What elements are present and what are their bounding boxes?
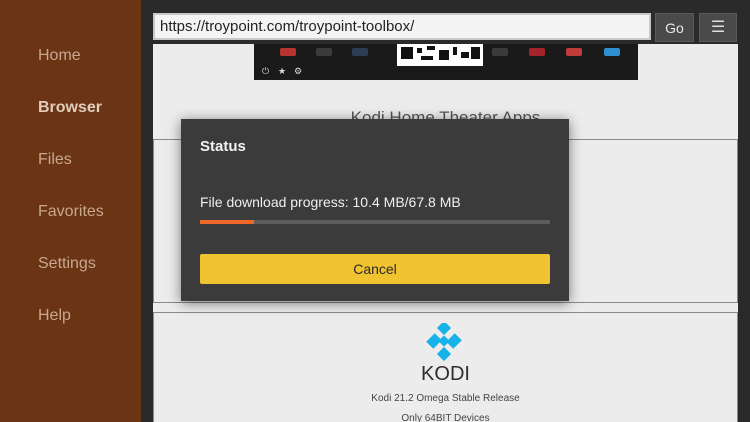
url-input[interactable]: https://troypoint.com/troypoint-toolbox/ [153,13,651,40]
progress-bar-fill [200,220,254,224]
sidebar-item-settings[interactable]: Settings [38,255,96,273]
app-tile-icon [529,48,545,56]
app-tile-icon [604,48,620,56]
kodi-logo-icon [426,323,462,361]
qr-code-icon [397,44,483,66]
kodi-devices-text: Only 64BIT Devices [401,413,490,422]
star-icon: ★ [278,66,287,76]
go-button[interactable]: Go [655,13,694,42]
app-tile-icon [492,48,508,56]
app-tile-icon [280,48,296,56]
sidebar-item-browser[interactable]: Browser [38,99,102,117]
power-icon: ⏻ [262,66,270,76]
kodi-release-text: Kodi 21.2 Omega Stable Release [371,393,520,404]
settings-icon: ⚙ [294,66,303,76]
kodi-wordmark: KODI [421,363,470,385]
progress-bar [200,220,550,224]
download-status-dialog: Status File download progress: 10.4 MB/6… [181,119,569,301]
progress-text: File download progress: 10.4 MB/67.8 MB [200,194,461,210]
cancel-button[interactable]: Cancel [200,254,550,284]
app-tile-icon [352,48,368,56]
sidebar-item-favorites[interactable]: Favorites [38,203,104,221]
dialog-title: Status [200,138,246,155]
app-tile-icon [316,48,332,56]
sidebar-item-files[interactable]: Files [38,151,72,169]
sidebar-item-home[interactable]: Home [38,47,81,65]
toolbox-banner-image: ⏻ ★ ⚙ [254,44,638,80]
sidebar-item-help[interactable]: Help [38,307,71,325]
hamburger-menu-icon[interactable]: ☰ [699,13,737,42]
kodi-card[interactable]: KODI Kodi 21.2 Omega Stable Release Only… [153,312,738,422]
app-tile-icon [566,48,582,56]
sidebar: Home Browser Files Favorites Settings He… [0,0,141,422]
